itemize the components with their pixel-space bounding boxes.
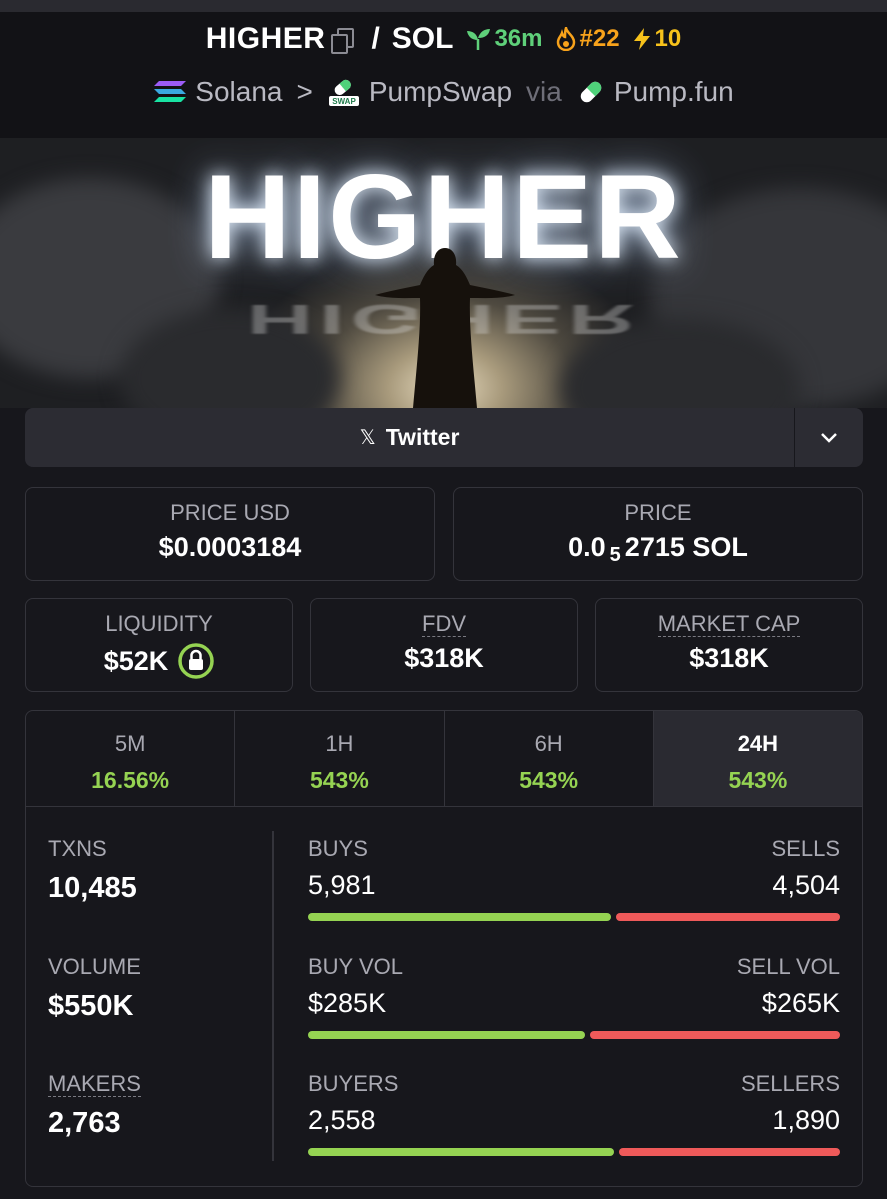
timeframe-tabs: 5M 16.56% 1H 543% 6H 543% 24H 543% <box>26 711 862 807</box>
market-cap-value: $318K <box>689 643 769 673</box>
tab-24h[interactable]: 24H 543% <box>653 711 862 806</box>
makers-split-row: BUYERS SELLERS 2,558 1,890 <box>308 1071 840 1171</box>
price-native-card: PRICE 0.0 5 2715 SOL <box>453 487 863 581</box>
volume-value: $550K <box>48 990 134 1022</box>
x-logo-icon: 𝕏 <box>359 427 376 449</box>
tab-label: 5M <box>114 731 146 756</box>
socials-dropdown-button[interactable] <box>794 408 863 467</box>
sells-value: 4,504 <box>772 870 840 900</box>
flame-icon <box>556 27 575 51</box>
volume-label: VOLUME <box>48 954 141 979</box>
boost-badge[interactable]: 10 <box>632 25 682 53</box>
sells-label: SELLS <box>771 836 841 861</box>
market-cap-label[interactable]: MARKET CAP <box>657 611 801 637</box>
twitter-button[interactable]: 𝕏 Twitter <box>25 408 794 467</box>
price-native-prefix: 0.0 <box>568 532 606 562</box>
trending-rank-badge[interactable]: #22 <box>555 25 620 53</box>
dex-link[interactable]: PumpSwap <box>369 76 512 108</box>
column-divider <box>272 831 274 1161</box>
lock-icon[interactable] <box>178 643 215 679</box>
makers-label[interactable]: MAKERS <box>48 1071 141 1097</box>
sell-vol-value: $265K <box>761 988 840 1018</box>
buyers-label: BUYERS <box>308 1071 399 1096</box>
figure-silhouette <box>375 248 515 408</box>
buys-value: 5,981 <box>308 870 376 900</box>
txns-ratio-bar <box>308 913 840 921</box>
solana-logo-icon <box>154 81 187 102</box>
sells-bar <box>616 913 840 921</box>
tab-change: 16.56% <box>91 767 170 793</box>
price-native-label: PRICE <box>624 500 692 525</box>
buyers-bar <box>308 1148 614 1156</box>
top-strip <box>0 0 887 12</box>
svg-text:SWAP: SWAP <box>332 97 356 106</box>
tab-label: 24H <box>737 731 779 756</box>
volume-ratio-bar <box>308 1031 840 1039</box>
txns-split-row: BUYS SELLS 5,981 4,504 <box>308 836 840 936</box>
txns-label: TXNS <box>48 836 107 861</box>
sell-vol-bar <box>589 1031 840 1039</box>
price-usd-value: $0.0003184 <box>158 532 302 562</box>
chain-link[interactable]: Solana <box>195 76 282 108</box>
makers-ratio-bar <box>308 1148 840 1156</box>
tab-label: 6H <box>534 731 563 756</box>
market-cap-card: MARKET CAP $318K <box>595 598 863 692</box>
pair-slash: / <box>371 22 380 55</box>
tab-1h[interactable]: 1H 543% <box>235 711 445 806</box>
chevron-down-icon <box>821 432 837 443</box>
buyers-value: 2,558 <box>308 1105 376 1135</box>
tab-change: 543% <box>728 767 788 793</box>
price-usd-card: PRICE USD $0.0003184 <box>25 487 435 581</box>
txns-value: 10,485 <box>48 872 137 904</box>
via-text: via <box>526 76 562 107</box>
tab-label: 1H <box>325 731 354 756</box>
lightning-icon <box>633 28 650 50</box>
token-banner-image: HIGHER HIGHER <box>0 138 887 408</box>
volume-metric: VOLUME $550K <box>48 954 141 1023</box>
pumpswap-logo-icon: SWAP <box>328 79 359 106</box>
sell-vol-label: SELL VOL <box>736 954 840 979</box>
buy-vol-value: $285K <box>308 988 387 1018</box>
price-native-suffix: 2715 SOL <box>624 532 748 562</box>
boost-value: 10 <box>654 25 682 52</box>
copy-icon[interactable] <box>331 28 355 54</box>
sellers-label: SELLERS <box>740 1071 840 1096</box>
stats-panel: 5M 16.56% 1H 543% 6H 543% 24H 543% TXNS … <box>25 710 863 1187</box>
tab-change: 543% <box>519 767 579 793</box>
makers-value: 2,763 <box>48 1107 121 1139</box>
twitter-label: Twitter <box>385 424 460 450</box>
fdv-label[interactable]: FDV <box>422 611 466 637</box>
liquidity-value: $52K <box>103 645 169 676</box>
twitter-link-bar: 𝕏 Twitter <box>25 408 863 467</box>
buys-bar <box>308 913 612 921</box>
fdv-card: FDV $318K <box>310 598 578 692</box>
buy-vol-label: BUY VOL <box>308 954 403 979</box>
pill-icon <box>580 81 602 103</box>
buys-label: BUYS <box>308 836 368 861</box>
sellers-value: 1,890 <box>772 1105 840 1135</box>
breadcrumb-separator: > <box>296 76 313 107</box>
makers-metric: MAKERS 2,763 <box>48 1071 141 1140</box>
tab-5m[interactable]: 5M 16.56% <box>26 711 236 806</box>
price-usd-label: PRICE USD <box>170 500 290 525</box>
pair-title-row: HIGHER / SOL 36m #22 10 <box>0 22 887 56</box>
age-value: 36m <box>494 25 543 52</box>
fdv-value: $318K <box>404 643 484 673</box>
sellers-bar <box>618 1148 840 1156</box>
tab-6h[interactable]: 6H 543% <box>445 711 654 806</box>
liquidity-card: LIQUIDITY $52K <box>25 598 293 692</box>
token-symbol: HIGHER <box>205 22 326 55</box>
volume-split-row: BUY VOL SELL VOL $285K $265K <box>308 954 840 1054</box>
quote-symbol: SOL <box>391 22 454 55</box>
age-badge: 36m <box>465 25 543 53</box>
seedling-icon <box>467 29 491 50</box>
price-native-subscript: 5 <box>609 544 621 566</box>
launchpad-link[interactable]: Pump.fun <box>614 76 734 108</box>
txns-metric: TXNS 10,485 <box>48 836 137 905</box>
liquidity-label: LIQUIDITY <box>105 611 213 636</box>
tab-change: 543% <box>309 767 369 793</box>
buy-vol-bar <box>308 1031 585 1039</box>
breadcrumb: Solana > SWAP PumpSwap via Pump.fun <box>0 76 887 108</box>
rank-value: #22 <box>579 25 620 52</box>
